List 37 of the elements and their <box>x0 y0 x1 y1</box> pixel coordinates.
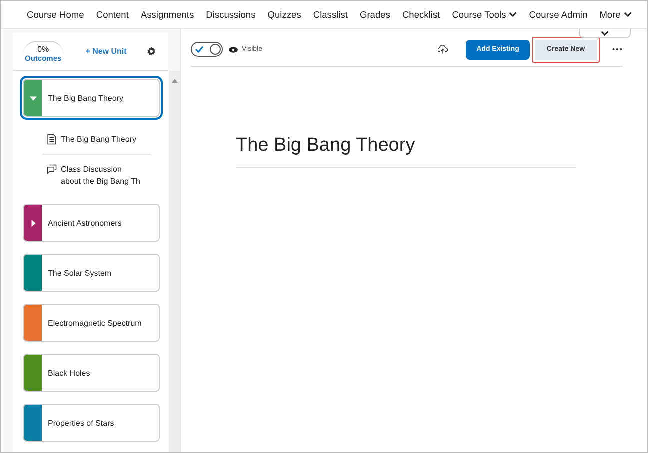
unit-card[interactable]: Electromagnetic Spectrum <box>23 304 160 342</box>
nav-link[interactable]: Assignments <box>140 10 194 20</box>
topic-link[interactable]: The Big Bang Theory <box>61 134 141 146</box>
collapse-button[interactable] <box>579 29 631 38</box>
nav-link[interactable]: Classlist <box>313 10 348 20</box>
chat-bubbles-icon <box>47 164 57 175</box>
more-options-icon[interactable] <box>612 48 623 51</box>
unit-card[interactable]: Black Holes <box>23 354 160 392</box>
scrollbar[interactable] <box>169 71 180 452</box>
caret-down-icon[interactable] <box>30 94 36 102</box>
nav-link[interactable]: Course Home <box>27 10 84 20</box>
unit-card[interactable]: Ancient Astronomers <box>23 204 160 242</box>
page-title: The Big Bang Theory <box>236 135 576 168</box>
visibility-toggle[interactable] <box>191 42 223 57</box>
caret-right-icon[interactable] <box>30 220 36 226</box>
unit-card[interactable]: The Big Bang Theory <box>23 79 160 117</box>
new-unit-link[interactable]: + New Unit <box>86 47 127 56</box>
nav-link[interactable]: More <box>600 10 632 20</box>
nav-link[interactable]: Course Admin <box>529 10 588 20</box>
unit-card[interactable]: Properties of Stars <box>23 404 160 442</box>
chevron-down-icon <box>624 12 632 17</box>
topic-link[interactable]: Class Discussion about the Big Bang Th <box>61 164 141 188</box>
cloud-upload-icon[interactable] <box>438 44 448 54</box>
nav-link[interactable]: Grades <box>360 10 390 20</box>
chevron-down-icon <box>601 31 609 36</box>
unit-card[interactable]: The Solar System <box>23 254 160 292</box>
nav-link[interactable]: Quizzes <box>268 10 302 20</box>
nav-link[interactable]: Checklist <box>402 10 440 20</box>
outcomes-percent: 0% <box>38 44 50 54</box>
checkmark-icon <box>195 46 204 53</box>
eye-icon <box>229 46 238 52</box>
nav-link[interactable]: Discussions <box>206 10 256 20</box>
settings-icon[interactable] <box>147 47 156 56</box>
nav-link[interactable]: Content <box>96 10 129 20</box>
nav-link[interactable]: Course Tools <box>452 10 518 20</box>
document-icon <box>47 134 57 145</box>
chevron-down-icon <box>509 12 518 17</box>
